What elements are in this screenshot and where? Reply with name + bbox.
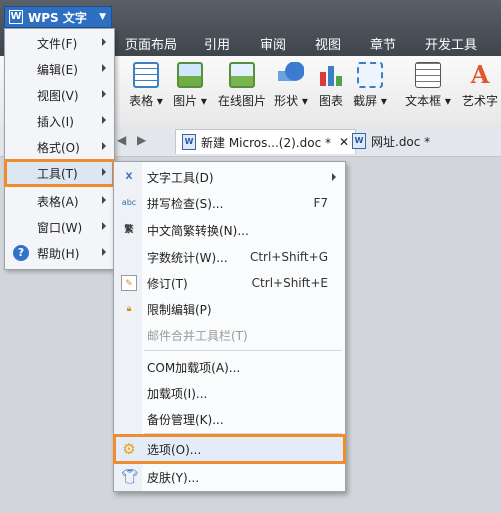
submenu-arrow-icon xyxy=(102,142,106,150)
tab-review[interactable]: 审阅 xyxy=(260,34,286,53)
online-picture-button[interactable]: 在线图片 xyxy=(216,60,268,109)
document-icon: W xyxy=(182,134,196,150)
insert-picture-button[interactable]: 图片 ▾ xyxy=(172,60,208,109)
wps-logo-icon: W xyxy=(9,10,23,24)
insert-table-button[interactable]: 表格 ▾ xyxy=(128,60,164,109)
submenu-mail-merge: 邮件合并工具栏(T) xyxy=(147,328,248,343)
submenu-arrow-icon xyxy=(332,173,336,181)
main-menu: 文件(F) 编辑(E) 视图(V) 插入(I) 格式(O) 工具(T) 表格(A… xyxy=(4,28,115,270)
submenu-chinese-convert[interactable]: 繁 中文简繁转换(N)... xyxy=(114,217,345,243)
menu-view[interactable]: 视图(V) xyxy=(5,82,114,108)
textbox-button[interactable]: 文本框 ▾ xyxy=(403,60,453,109)
wordart-icon: A xyxy=(470,60,490,89)
submenu-skin[interactable]: 👕︎ 皮肤(Y)... xyxy=(114,464,345,490)
gear-icon: ⚙ xyxy=(122,440,136,458)
track-changes-icon: ✎ xyxy=(121,275,137,291)
tab-view[interactable]: 视图 xyxy=(315,34,341,53)
submenu-arrow-icon xyxy=(102,64,106,72)
online-picture-icon xyxy=(229,62,255,88)
table-icon xyxy=(133,62,159,88)
menu-help[interactable]: ? 帮助(H) xyxy=(5,240,114,266)
tools-submenu: X 文字工具(D) abc 拼写检查(S)... F7 繁 中文简繁转换(N).… xyxy=(113,161,346,492)
shapes-icon xyxy=(278,62,304,88)
menu-tools[interactable]: 工具(T) xyxy=(4,159,115,187)
menu-table[interactable]: 表格(A) xyxy=(5,188,114,214)
back-arrow-icon[interactable]: ◀ xyxy=(117,133,126,147)
menu-file[interactable]: 文件(F) xyxy=(5,30,114,56)
lock-icon: 🔒︎ xyxy=(126,304,132,314)
tshirt-icon: 👕︎ xyxy=(121,469,139,485)
close-icon[interactable]: ✕ xyxy=(339,135,349,149)
textbox-icon xyxy=(415,62,441,88)
submenu-com-addins[interactable]: COM加载项(A)... xyxy=(114,354,345,380)
submenu-spell-check[interactable]: abc 拼写检查(S)... F7 xyxy=(114,190,345,216)
submenu-track-changes[interactable]: ✎ 修订(T) Ctrl+Shift+E xyxy=(114,270,345,296)
submenu-arrow-icon xyxy=(102,222,106,230)
tab-references[interactable]: 引用 xyxy=(204,34,230,53)
text-tools-icon: X xyxy=(125,172,133,182)
forward-arrow-icon[interactable]: ▶ xyxy=(137,133,146,147)
picture-icon xyxy=(177,62,203,88)
wordart-button[interactable]: A 艺术字 xyxy=(460,60,500,109)
submenu-restrict-editing[interactable]: 🔒︎ 限制编辑(P) xyxy=(114,296,345,322)
doc-tab-label: 网址.doc * xyxy=(371,134,431,149)
submenu-backup-manager[interactable]: 备份管理(K)... xyxy=(114,406,345,432)
menu-window[interactable]: 窗口(W) xyxy=(5,214,114,240)
submenu-arrow-icon xyxy=(102,116,106,124)
doc-tab-1[interactable]: W 新建 Micros...(2).doc * ✕ xyxy=(175,129,357,154)
chart-icon xyxy=(318,62,344,88)
tab-page-layout[interactable]: 页面布局 xyxy=(125,34,177,53)
submenu-arrow-icon xyxy=(102,196,106,204)
tab-developer[interactable]: 开发工具 xyxy=(425,34,477,53)
submenu-arrow-icon xyxy=(102,90,106,98)
chevron-down-icon: ▼ xyxy=(99,12,106,22)
submenu-addins[interactable]: 加载项(I)... xyxy=(114,380,345,406)
submenu-arrow-icon xyxy=(102,38,106,46)
submenu-arrow-icon xyxy=(102,248,106,256)
help-icon: ? xyxy=(13,245,29,261)
shapes-button[interactable]: 形状 ▾ xyxy=(273,60,309,109)
menu-insert[interactable]: 插入(I) xyxy=(5,108,114,134)
wps-menu-button[interactable]: W WPS 文字 ▼ xyxy=(4,6,112,28)
tab-chapter[interactable]: 章节 xyxy=(370,34,396,53)
menu-separator xyxy=(144,350,342,351)
spell-check-icon: abc xyxy=(121,198,137,207)
submenu-text-tools[interactable]: X 文字工具(D) xyxy=(114,164,345,190)
doc-tab-label: 新建 Micros...(2).doc * xyxy=(201,135,331,150)
document-icon: W xyxy=(352,133,366,149)
screenshot-button[interactable]: 截屏 ▾ xyxy=(350,60,390,109)
app-title: WPS 文字 xyxy=(28,10,87,25)
submenu-word-count[interactable]: 字数统计(W)... Ctrl+Shift+G xyxy=(114,244,345,270)
doc-tab-2[interactable]: W 网址.doc * xyxy=(352,129,430,153)
screenshot-icon xyxy=(357,62,383,88)
chinese-convert-icon: 繁 xyxy=(124,225,134,235)
menu-separator xyxy=(144,433,342,434)
menu-edit[interactable]: 编辑(E) xyxy=(5,56,114,82)
submenu-arrow-icon xyxy=(102,168,106,176)
menu-format[interactable]: 格式(O) xyxy=(5,134,114,160)
chart-button[interactable]: 图表 xyxy=(316,60,346,109)
submenu-options[interactable]: ⚙ 选项(O)... xyxy=(113,434,346,464)
